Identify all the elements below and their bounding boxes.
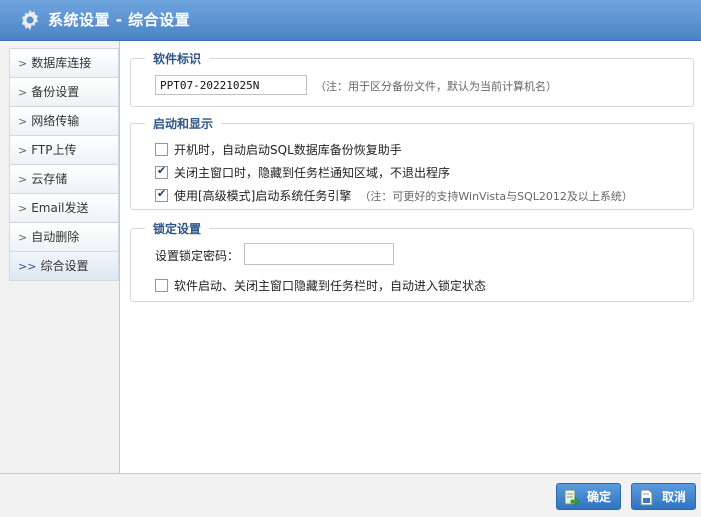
group-title: 软件标识	[145, 50, 210, 67]
advanced-mode-checkbox[interactable]	[155, 187, 168, 202]
title-bar: 系统设置 - 综合设置	[0, 0, 701, 41]
chevron-right-icon: >	[18, 173, 28, 186]
sidebar-item-auto-delete[interactable]: > 自动删除	[9, 222, 119, 251]
sidebar-item-network-transfer[interactable]: > 网络传输	[9, 106, 119, 135]
sidebar: > 数据库连接 > 备份设置 > 网络传输 > FTP上传 > 云存储 > Email发送 …	[0, 41, 120, 473]
cancel-button-label: 取消	[662, 490, 687, 504]
lock-password-label: 设置锁定密码：	[155, 249, 240, 263]
group-title: 启动和显示	[145, 115, 222, 132]
sidebar-item-label: 数据库连接	[31, 56, 92, 70]
save-arrow-icon	[564, 489, 580, 506]
sidebar-item-label: FTP上传	[31, 143, 77, 157]
chevron-right-icon: >	[18, 231, 28, 244]
auto-lock-option[interactable]: 软件启动、关闭主窗口隐藏到任务栏时，自动进入锁定状态	[155, 277, 486, 294]
sidebar-item-ftp-upload[interactable]: > FTP上传	[9, 135, 119, 164]
sidebar-item-label: 自动删除	[31, 230, 80, 244]
ok-button-label: 确定	[587, 490, 612, 504]
sidebar-item-label: Email发送	[31, 201, 89, 215]
ok-button[interactable]: 确定	[556, 483, 621, 510]
sidebar-nav: > 数据库连接 > 备份设置 > 网络传输 > FTP上传 > 云存储 > Email发送 …	[9, 48, 119, 281]
sidebar-item-general-settings[interactable]: >> 综合设置	[9, 251, 119, 281]
hide-to-tray-label: 关闭主窗口时，隐藏到任务栏通知区域，不退出程序	[174, 166, 451, 180]
chevron-right-icon: >	[18, 115, 28, 128]
sidebar-item-label: 云存储	[31, 172, 68, 186]
sidebar-item-label: 备份设置	[31, 85, 80, 99]
software-id-group: 软件标识 （注：用于区分备份文件，默认为当前计算机名）	[130, 50, 694, 107]
hide-to-tray-checkbox[interactable]	[155, 164, 168, 179]
startup-display-group: 启动和显示 开机时，自动启动SQL数据库备份恢复助手 关闭主窗口时，隐藏到任务栏…	[130, 115, 694, 210]
cancel-button[interactable]: 取消	[631, 483, 696, 510]
chevron-right-icon: >	[18, 202, 28, 215]
sidebar-item-cloud-storage[interactable]: > 云存储	[9, 164, 119, 193]
software-id-input[interactable]	[155, 75, 307, 95]
group-title: 锁定设置	[145, 220, 210, 237]
chevron-right-icon: >	[18, 57, 28, 70]
gear-icon	[21, 9, 39, 31]
sidebar-item-label: 综合设置	[40, 259, 89, 273]
sidebar-item-backup-settings[interactable]: > 备份设置	[9, 77, 119, 106]
settings-panel: 软件标识 （注：用于区分备份文件，默认为当前计算机名） 启动和显示 开机时，自动…	[120, 41, 701, 473]
window-title: 系统设置 - 综合设置	[48, 11, 191, 29]
double-chevron-right-icon: >>	[18, 260, 37, 273]
lock-password-input[interactable]	[244, 243, 394, 265]
advanced-mode-note: （注：可更好的支持WinVista与SQL2012及以上系统）	[359, 190, 633, 203]
autostart-checkbox[interactable]	[155, 143, 168, 156]
autostart-label: 开机时，自动启动SQL数据库备份恢复助手	[174, 143, 402, 157]
auto-lock-label: 软件启动、关闭主窗口隐藏到任务栏时，自动进入锁定状态	[174, 279, 487, 293]
sidebar-item-database-connection[interactable]: > 数据库连接	[9, 48, 119, 77]
chevron-right-icon: >	[18, 86, 28, 99]
document-icon	[640, 489, 653, 506]
advanced-mode-option[interactable]: 使用[高级模式]启动系统任务引擎 （注：可更好的支持WinVista与SQL201…	[155, 187, 633, 204]
chevron-right-icon: >	[18, 144, 28, 157]
sidebar-item-label: 网络传输	[31, 114, 80, 128]
sidebar-item-email-send[interactable]: > Email发送	[9, 193, 119, 222]
auto-lock-checkbox[interactable]	[155, 279, 168, 292]
lock-settings-group: 锁定设置 设置锁定密码： 软件启动、关闭主窗口隐藏到任务栏时，自动进入锁定状态	[130, 220, 694, 302]
advanced-mode-label: 使用[高级模式]启动系统任务引擎	[174, 189, 352, 203]
hide-to-tray-option[interactable]: 关闭主窗口时，隐藏到任务栏通知区域，不退出程序	[155, 164, 450, 181]
software-id-note: （注：用于区分备份文件，默认为当前计算机名）	[315, 80, 557, 93]
footer-bar: 确定 取消	[0, 473, 701, 517]
autostart-option[interactable]: 开机时，自动启动SQL数据库备份恢复助手	[155, 141, 402, 158]
